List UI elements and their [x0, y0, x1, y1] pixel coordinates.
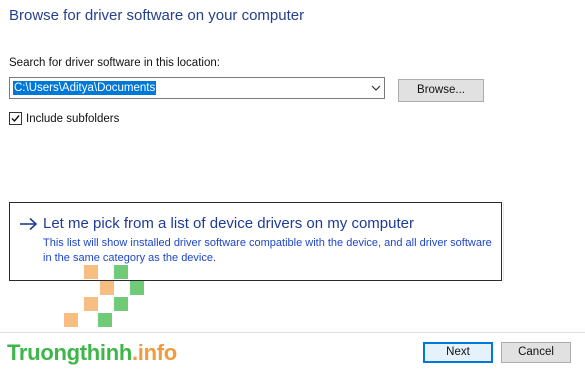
- next-button[interactable]: Next: [423, 342, 493, 363]
- arrow-right-icon: [20, 217, 38, 231]
- search-location-value[interactable]: C:\Users\Aditya\Documents: [13, 81, 157, 95]
- pick-option-shadow: [503, 202, 513, 281]
- search-location-label: Search for driver software in this locat…: [9, 57, 220, 69]
- browse-button[interactable]: Browse...: [398, 79, 484, 102]
- cancel-button[interactable]: Cancel: [501, 342, 571, 363]
- watermark: Truongthinh.info: [7, 340, 177, 366]
- include-subfolders-checkbox[interactable]: [9, 112, 22, 125]
- include-subfolders-option[interactable]: Include subfolders: [9, 111, 119, 126]
- footer-divider: [0, 332, 585, 333]
- include-subfolders-label[interactable]: Include subfolders: [26, 113, 119, 125]
- pick-option-title[interactable]: Let me pick from a list of device driver…: [43, 215, 414, 232]
- checkmark-icon: [11, 115, 20, 123]
- chevron-down-icon[interactable]: [371, 83, 381, 93]
- watermark-logo-icon: [64, 265, 144, 327]
- search-location-combobox[interactable]: C:\Users\Aditya\Documents: [9, 77, 385, 99]
- page-title: Browse for driver software on your compu…: [9, 7, 305, 24]
- driver-browse-page: Browse for driver software on your compu…: [0, 0, 585, 370]
- watermark-suffix-text: .info: [132, 340, 177, 365]
- watermark-main-text: Truongthinh: [7, 340, 132, 365]
